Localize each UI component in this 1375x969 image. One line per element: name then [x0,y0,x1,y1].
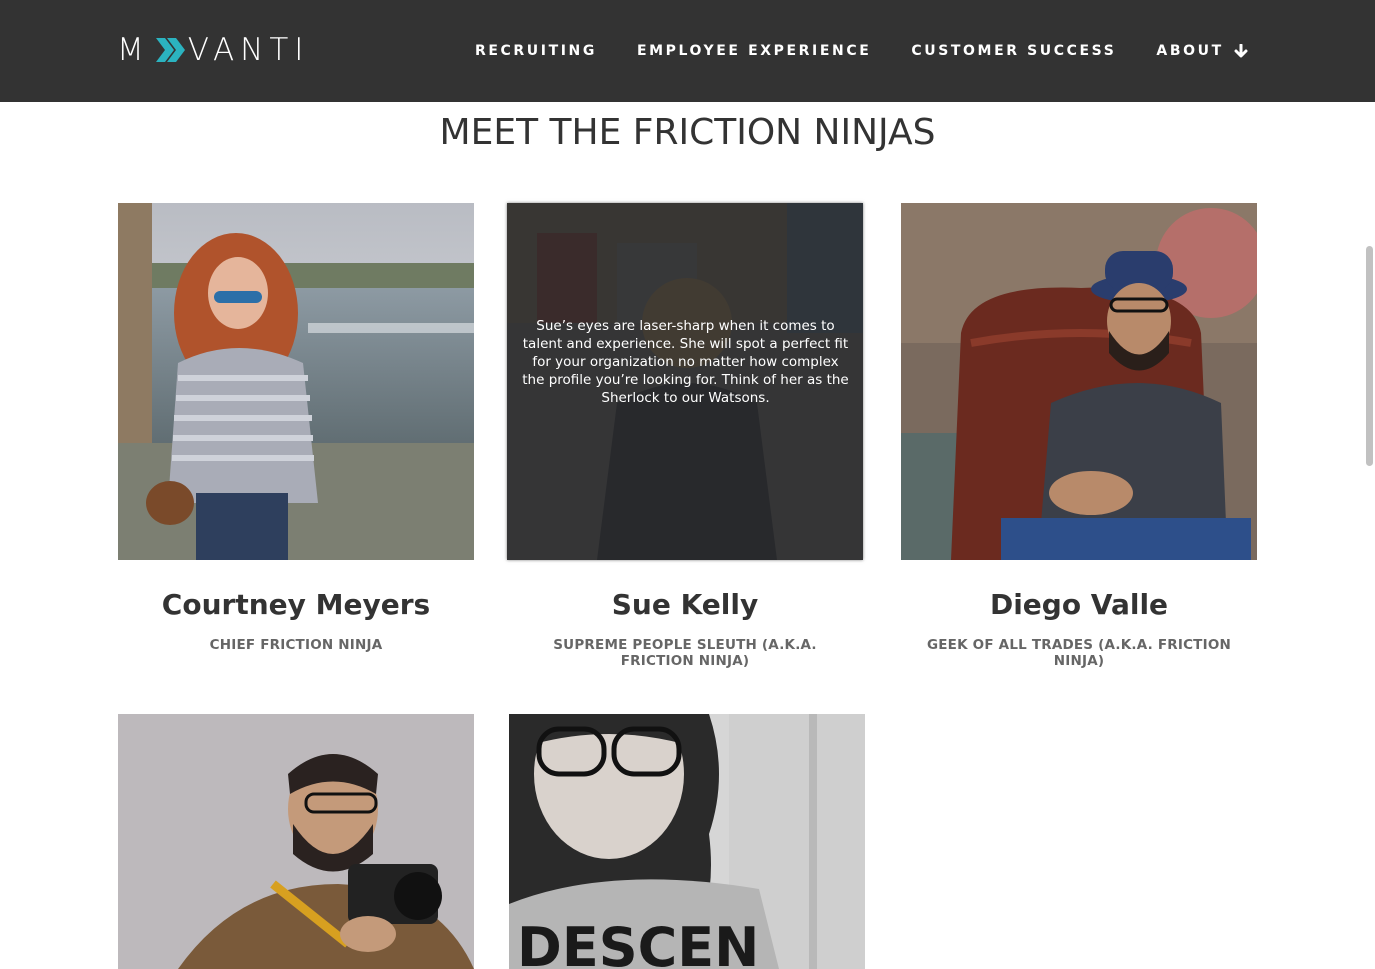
logo-letters-rest: VANTI [187,32,310,68]
nav-employee-experience[interactable]: EMPLOYEE EXPERIENCE [637,43,871,59]
team-photo-sue-kelly[interactable]: Sue’s eyes are laser-sharp when it comes… [507,203,863,560]
page-title: MEET THE FRICTION NINJAS [439,112,936,153]
team-photo-5[interactable]: DESCEN [509,714,865,969]
team-photo-diego-valle[interactable] [901,203,1257,560]
page-scrollbar[interactable] [1366,246,1373,466]
main-nav: RECRUITING EMPLOYEE EXPERIENCE CUSTOMER … [475,40,1248,62]
team-name-sue-kelly: Sue Kelly [611,588,759,621]
team-photo-4[interactable] [118,714,474,969]
team-photo-courtney-meyers[interactable] [118,203,474,560]
logo-letter-m: M [117,32,150,68]
team-role-diego-valle: GEEK OF ALL TRADES (A.K.A. FRICTION NINJ… [926,637,1231,669]
team-name-diego-valle: Diego Valle [989,588,1169,621]
logo-double-chevron-icon [155,38,185,62]
nav-recruiting-label: RECRUITING [475,43,597,59]
top-navigation-bar: M VANTI RECRUITING EMPLOYEE EXPERIENCE C… [0,0,1375,102]
bio-text-sue-kelly: Sue’s eyes are laser-sharp when it comes… [522,317,849,406]
nav-customer-success-label: CUSTOMER SUCCESS [911,43,1117,59]
bio-overlay-sue-kelly: Sue’s eyes are laser-sharp when it comes… [507,203,863,560]
nav-about[interactable]: ABOUT [1156,43,1248,59]
team-name-courtney-meyers: Courtney Meyers [161,588,431,621]
team-role-sue-kelly: SUPREME PEOPLE SLEUTH (A.K.A. FRICTION N… [553,637,817,669]
movanti-logo[interactable]: M VANTI [117,32,310,68]
nav-customer-success[interactable]: CUSTOMER SUCCESS [911,43,1116,59]
team-role-courtney-meyers: CHIEF FRICTION NINJA [209,637,383,653]
nav-about-label: ABOUT [1156,43,1224,59]
nav-employee-experience-label: EMPLOYEE EXPERIENCE [636,43,872,59]
svg-text:DESCEN: DESCEN [517,916,759,969]
nav-recruiting[interactable]: RECRUITING [475,43,597,59]
arrow-down-icon [1234,44,1248,58]
